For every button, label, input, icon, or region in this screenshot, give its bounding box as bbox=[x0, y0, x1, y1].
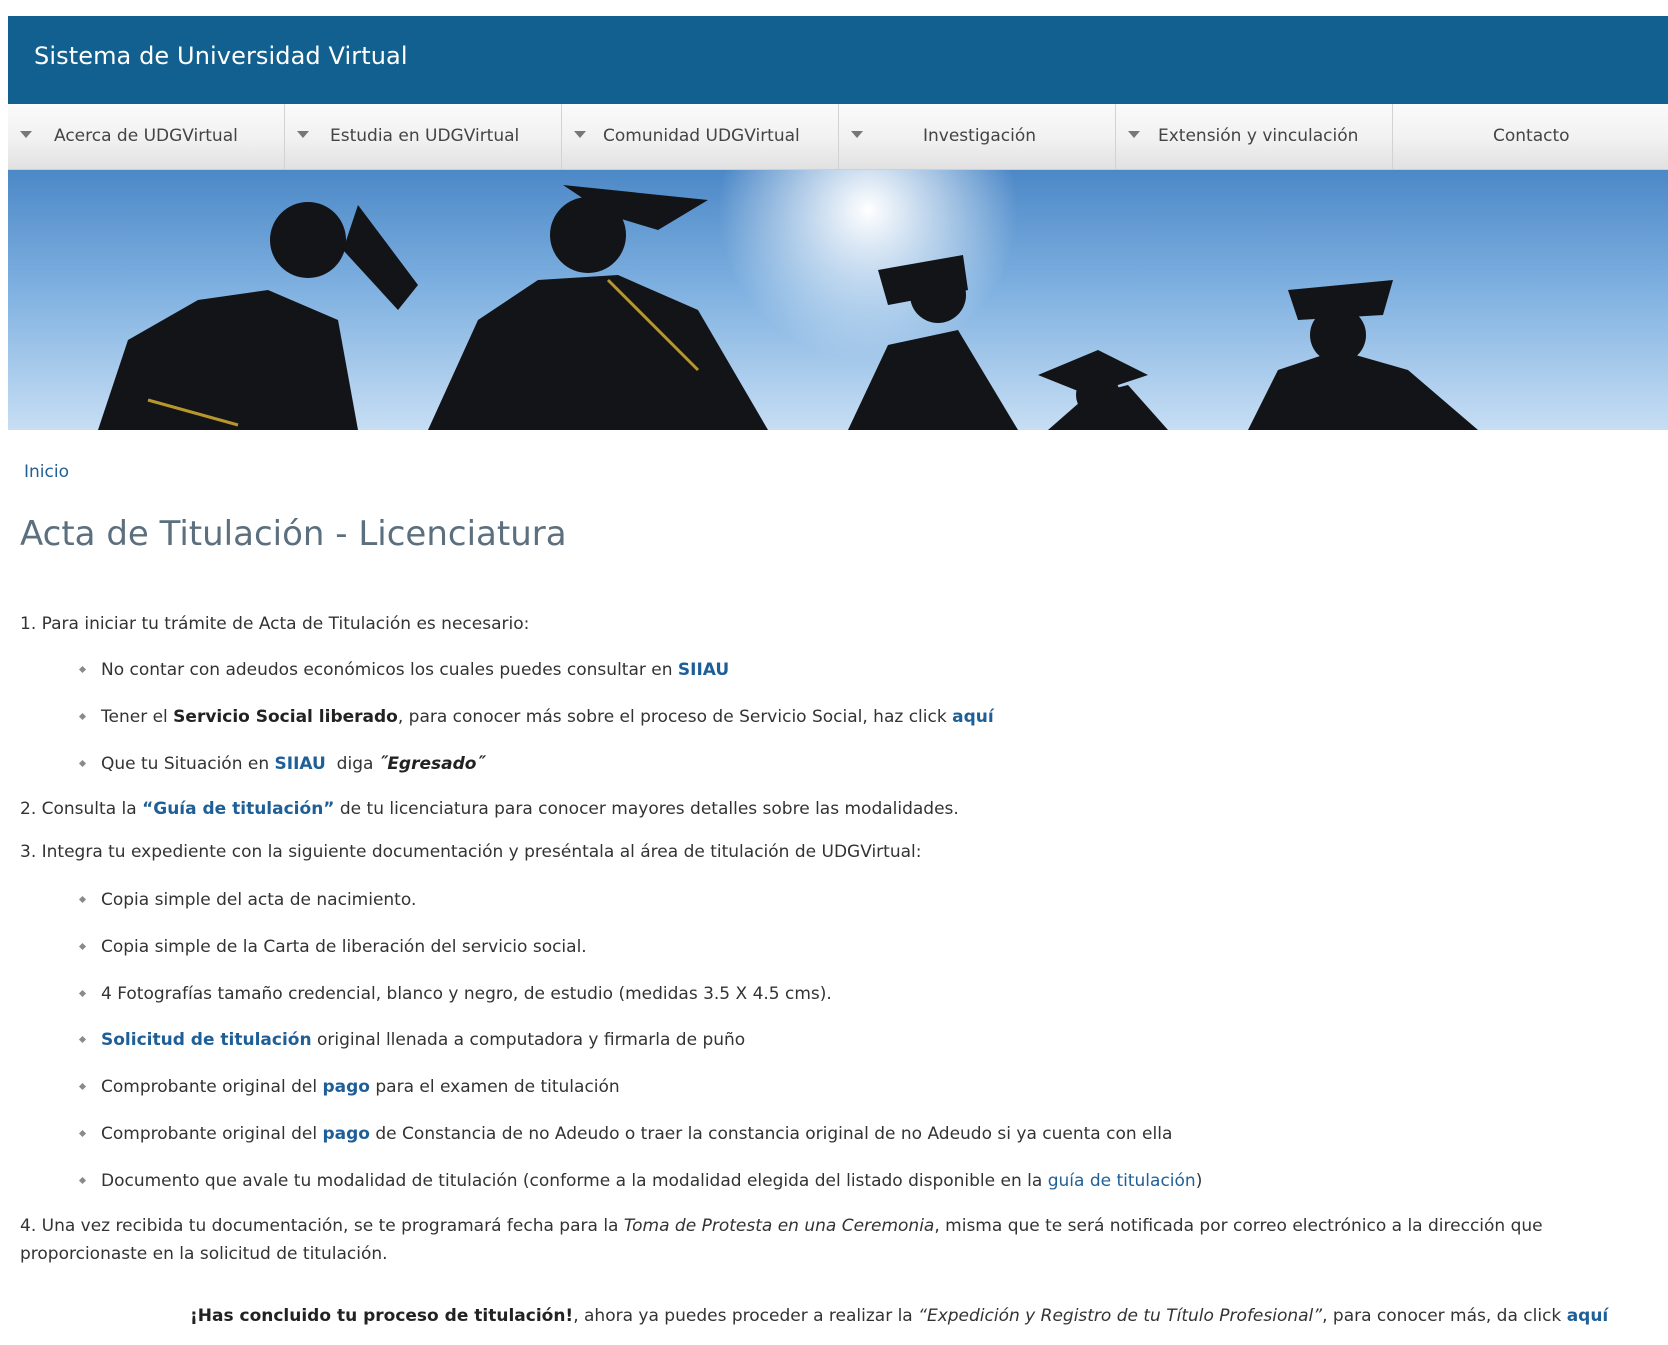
step-4-text: 4. Una vez recibida tu documentación, se… bbox=[20, 1212, 1660, 1268]
list-item-text: 4 Fotografías tamaño credencial, blanco … bbox=[101, 984, 832, 1004]
nav-label: Contacto bbox=[1493, 126, 1570, 146]
list-item-bold: Servicio Social liberado bbox=[173, 707, 398, 727]
breadcrumb-home[interactable]: Inicio bbox=[24, 462, 69, 482]
list-item-text: Comprobante original del bbox=[101, 1124, 323, 1144]
dropdown-arrow-icon bbox=[297, 131, 309, 138]
nav-item-contacto[interactable]: Contacto bbox=[1393, 104, 1668, 169]
nav-label: Comunidad UDGVirtual bbox=[603, 126, 800, 146]
graduates-image bbox=[98, 170, 1478, 430]
step-4-em: Toma de Protesta en una Ceremonia bbox=[623, 1216, 935, 1236]
solicitud-titulacion-link[interactable]: Solicitud de titulación bbox=[101, 1030, 312, 1050]
list-item-text: Copia simple de la Carta de liberación d… bbox=[101, 937, 587, 957]
list-item-text: Copia simple del acta de nacimiento. bbox=[101, 890, 417, 910]
step-2-pre: 2. Consulta la bbox=[20, 799, 143, 819]
main-nav: Acerca de UDGVirtual Estudia en UDGVirtu… bbox=[8, 104, 1668, 170]
final-em: “Expedición y Registro de tu Título Prof… bbox=[918, 1306, 1323, 1326]
nav-label: Estudia en UDGVirtual bbox=[330, 126, 520, 146]
nav-item-investigacion[interactable]: Investigación bbox=[839, 104, 1116, 169]
list-item: Que tu Situación en SIIAU diga ˝Egresado… bbox=[78, 754, 485, 774]
list-item: Tener el Servicio Social liberado, para … bbox=[78, 707, 994, 727]
list-item: Copia simple de la Carta de liberación d… bbox=[78, 937, 587, 957]
list-item: Copia simple del acta de nacimiento. bbox=[78, 890, 417, 910]
step-3-text: 3. Integra tu expediente con la siguient… bbox=[20, 842, 922, 862]
nav-label: Acerca de UDGVirtual bbox=[54, 126, 238, 146]
nav-item-acerca[interactable]: Acerca de UDGVirtual bbox=[8, 104, 285, 169]
final-bold: ¡Has concluido tu proceso de titulación! bbox=[190, 1306, 574, 1326]
step-4-pre: 4. Una vez recibida tu documentación, se… bbox=[20, 1216, 624, 1236]
site-title[interactable]: Sistema de Universidad Virtual bbox=[34, 42, 408, 70]
list-item-text: , para conocer más sobre el proceso de S… bbox=[397, 707, 953, 727]
siiau-link[interactable]: SIIAU bbox=[678, 660, 729, 680]
list-item: Solicitud de titulación original llenada… bbox=[78, 1030, 746, 1050]
list-item: No contar con adeudos económicos los cua… bbox=[78, 660, 729, 680]
expedicion-titulo-link[interactable]: aquí bbox=[1567, 1306, 1609, 1326]
bullet-icon bbox=[78, 1035, 87, 1044]
guia-titulacion-link[interactable]: “Guía de titulación” bbox=[142, 799, 334, 819]
dropdown-arrow-icon bbox=[574, 131, 586, 138]
list-item: Comprobante original del pago para el ex… bbox=[78, 1077, 620, 1097]
bullet-icon bbox=[78, 1129, 87, 1138]
page-title: Acta de Titulación - Licenciatura bbox=[20, 514, 567, 554]
bullet-icon bbox=[78, 942, 87, 951]
nav-label: Investigación bbox=[923, 126, 1037, 146]
list-item-text: Documento que avale tu modalidad de titu… bbox=[101, 1171, 1048, 1191]
site-header: Sistema de Universidad Virtual bbox=[8, 16, 1668, 104]
list-item: 4 Fotografías tamaño credencial, blanco … bbox=[78, 984, 832, 1004]
list-item-text: de Constancia de no Adeudo o traer la co… bbox=[369, 1124, 1173, 1144]
step-2-text: 2. Consulta la “Guía de titulación” de t… bbox=[20, 799, 959, 819]
dropdown-arrow-icon bbox=[20, 131, 32, 138]
final-text: , para conocer más, da click bbox=[1322, 1306, 1567, 1326]
nav-item-comunidad[interactable]: Comunidad UDGVirtual bbox=[562, 104, 839, 169]
egresado-text: ˝Egresado˝ bbox=[378, 754, 485, 774]
pago-examen-link[interactable]: pago bbox=[322, 1077, 370, 1097]
final-text: , ahora ya puedes proceder a realizar la bbox=[573, 1306, 919, 1326]
bullet-icon bbox=[78, 712, 87, 721]
bullet-icon bbox=[78, 1176, 87, 1185]
list-item-text: Tener el bbox=[101, 707, 174, 727]
bullet-icon bbox=[78, 989, 87, 998]
nav-item-estudia[interactable]: Estudia en UDGVirtual bbox=[285, 104, 562, 169]
guia-titulacion-link-2[interactable]: guía de titulación bbox=[1048, 1171, 1196, 1191]
hero-banner bbox=[8, 170, 1668, 430]
list-item: Documento que avale tu modalidad de titu… bbox=[78, 1171, 1203, 1191]
list-item-text: para el examen de titulación bbox=[369, 1077, 620, 1097]
step-2-post: de tu licenciatura para conocer mayores … bbox=[334, 799, 959, 819]
nav-item-extension[interactable]: Extensión y vinculación bbox=[1116, 104, 1393, 169]
list-item-text: ) bbox=[1195, 1171, 1203, 1191]
bullet-icon bbox=[78, 665, 87, 674]
list-item-text: Que tu Situación en bbox=[101, 754, 275, 774]
servicio-social-link[interactable]: aquí bbox=[952, 707, 994, 727]
bullet-icon bbox=[78, 759, 87, 768]
final-message: ¡Has concluido tu proceso de titulación!… bbox=[190, 1306, 1608, 1326]
list-item: Comprobante original del pago de Constan… bbox=[78, 1124, 1173, 1144]
siiau-link[interactable]: SIIAU bbox=[275, 754, 326, 774]
step-1-text: 1. Para iniciar tu trámite de Acta de Ti… bbox=[20, 614, 530, 634]
dropdown-arrow-icon bbox=[851, 131, 863, 138]
list-item-text: original llenada a computadora y firmarl… bbox=[311, 1030, 746, 1050]
list-item-text: diga bbox=[325, 754, 379, 774]
dropdown-arrow-icon bbox=[1128, 131, 1140, 138]
nav-label: Extensión y vinculación bbox=[1158, 126, 1359, 146]
bullet-icon bbox=[78, 895, 87, 904]
list-item-text: No contar con adeudos económicos los cua… bbox=[101, 660, 678, 680]
bullet-icon bbox=[78, 1082, 87, 1091]
pago-constancia-link[interactable]: pago bbox=[322, 1124, 370, 1144]
list-item-text: Comprobante original del bbox=[101, 1077, 323, 1097]
